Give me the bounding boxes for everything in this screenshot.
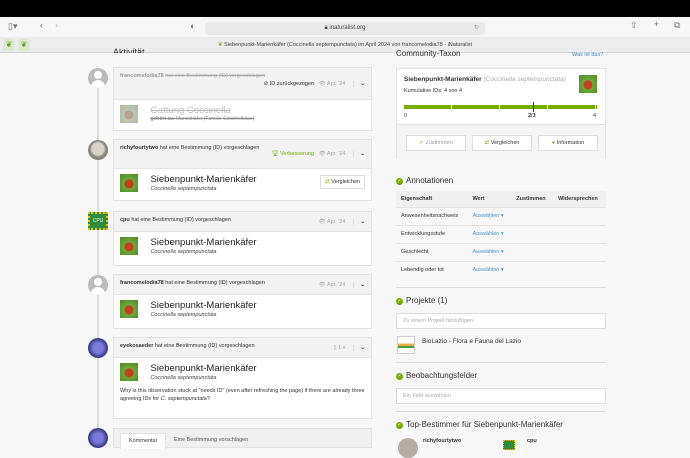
avatar[interactable]: [88, 140, 108, 160]
window-top: [0, 0, 690, 17]
check-circle-icon: ✓: [396, 298, 403, 305]
phone-icon: ▯: [333, 344, 337, 351]
information-button[interactable]: ● Information: [538, 135, 598, 151]
active-tab[interactable]: ❦ Siebenpunkt-Marienkäfer (Coccinella se…: [0, 42, 690, 48]
address-bar[interactable]: 🔒︎ inaturalist.org ↻: [205, 22, 485, 35]
tab-bar: ❦ ❦ ❦ Siebenpunkt-Marienkäfer (Coccinell…: [0, 37, 690, 53]
divider: [396, 287, 606, 288]
avatar[interactable]: [88, 68, 108, 88]
user-link[interactable]: richyfourtytwo: [423, 438, 461, 444]
chevron-down-icon[interactable]: ⌄: [353, 80, 365, 87]
projects-heading: ✓ Projekte (1): [396, 296, 448, 305]
privacy-icon[interactable]: ◐: [190, 21, 195, 31]
table-row: Geschlecht Auswählen ▾: [396, 243, 606, 262]
chevron-down-icon[interactable]: ⌄: [353, 281, 365, 288]
user-link[interactable]: richyfourtytwo: [120, 145, 158, 151]
taxon-photo: [120, 237, 138, 255]
eye-icon: 👁︎: [318, 151, 326, 157]
eye-icon: 👁︎: [318, 218, 326, 225]
user-link[interactable]: cpu: [527, 438, 537, 444]
activity-heading: Aktivität: [113, 47, 145, 53]
value-select[interactable]: Auswählen ▾: [467, 207, 512, 226]
user-link[interactable]: francomelodia78: [120, 73, 164, 79]
check-circle-icon: ✓: [396, 373, 403, 380]
activity-item: francomelodia78 hat eine Bestimmung (ID)…: [113, 67, 372, 131]
user-link[interactable]: eyekosaeder: [120, 343, 153, 349]
tabs-icon[interactable]: ⧉: [674, 20, 680, 31]
taxon-photo: [120, 300, 138, 318]
taxon-photo: [120, 174, 138, 192]
user-link[interactable]: francomelodia78: [120, 280, 164, 286]
avatar[interactable]: [398, 438, 418, 458]
check-circle-icon: ✓: [396, 422, 403, 429]
new-tab-icon[interactable]: +: [654, 19, 659, 29]
eye-icon: 👁︎: [318, 281, 326, 288]
table-row: Entwicklungsstufe Auswählen ▾: [396, 225, 606, 244]
annotations-table: Eigenschaft Wert Zustimmen Widersprechen An…: [396, 191, 606, 279]
user-link[interactable]: cpu: [120, 217, 130, 223]
divider: [396, 362, 606, 363]
table-row: Anwesenheitsnachweis Auswählen ▾: [396, 207, 606, 226]
cpu-avatar[interactable]: [503, 440, 515, 450]
check-circle-icon: ✓: [396, 178, 403, 185]
project-logo[interactable]: [397, 336, 415, 354]
agree-button[interactable]: ✓ Zustimmen: [406, 135, 466, 151]
value-select[interactable]: Auswählen ▾: [467, 243, 512, 262]
agreement-progress-bar: [404, 102, 597, 112]
project-input[interactable]: Zu einem Projekt hinzufügen: [396, 313, 606, 329]
forward-icon[interactable]: ›: [55, 20, 58, 30]
my-avatar: [88, 428, 108, 448]
community-taxon-box: Siebenpunkt-Marienkäfer (Coccinella sept…: [396, 68, 606, 159]
compare-button[interactable]: ⇄ Vergleichen: [320, 175, 365, 189]
sidebar-toggle-icon[interactable]: ▯▾: [8, 21, 17, 32]
activity-item: eyekosaeder hat eine Bestimmung (ID) vor…: [113, 337, 372, 419]
taxon-photo: [579, 75, 597, 93]
annotations-heading: ✓ Annotationen: [396, 176, 454, 185]
avatar[interactable]: [88, 338, 108, 358]
taxon-photo: [120, 363, 138, 381]
comment-tabs: Kommentar Eine Bestimmung vorschlagen: [113, 428, 372, 449]
community-taxon-heading: Community-Taxon: [396, 49, 461, 58]
activity-item: cpu hat eine Bestimmung (ID) vorgeschlag…: [113, 211, 372, 266]
chevron-down-icon[interactable]: ⌄: [353, 218, 365, 225]
chevron-down-icon[interactable]: ⌄: [353, 344, 365, 351]
fields-heading: ✓ Beobachtungsfelder: [396, 371, 478, 380]
value-select[interactable]: Auswählen ▾: [467, 261, 511, 279]
tab-suggest-id[interactable]: Eine Bestimmung vorschlagen: [174, 437, 248, 443]
project-link[interactable]: BioLazio - Flora e Fauna del Lazio: [422, 338, 521, 345]
reload-icon[interactable]: ↻: [474, 22, 479, 35]
table-row: Lebendig oder tot Auswählen ▾: [396, 261, 606, 279]
avatar[interactable]: [88, 275, 108, 295]
top-identifiers-heading: ✓ Top-Bestimmer für Siebenpunkt-Marienkäf…: [396, 420, 563, 429]
field-input[interactable]: Ein Feld auswählen: [396, 388, 606, 404]
activity-item: francomelodia78 hat eine Bestimmung (ID)…: [113, 274, 372, 329]
help-link[interactable]: Was ist das?: [572, 52, 603, 58]
browser-toolbar: ▯▾ ‹ › ◐ 🔒︎ inaturalist.org ↻ ⇧ + ⧉: [0, 17, 690, 37]
comment-text: Why is this observation stuck at "needs …: [120, 388, 365, 402]
value-select[interactable]: Auswählen ▾: [467, 225, 512, 244]
activity-item: richyfourtytwo hat eine Bestimmung (ID) …: [113, 139, 372, 201]
back-icon[interactable]: ‹: [40, 20, 43, 30]
trophy-icon: 🏆︎: [271, 151, 281, 157]
compare-button[interactable]: ⇄ Vergleichen: [472, 135, 532, 151]
chevron-down-icon[interactable]: ⌄: [353, 151, 365, 157]
share-icon[interactable]: ⇧: [630, 20, 638, 31]
tab-comment[interactable]: Kommentar: [120, 433, 167, 449]
eye-icon: 👁︎: [318, 80, 326, 87]
divider: [396, 411, 606, 412]
taxon-photo: [120, 105, 138, 123]
cpu-avatar[interactable]: CPU: [88, 212, 108, 230]
